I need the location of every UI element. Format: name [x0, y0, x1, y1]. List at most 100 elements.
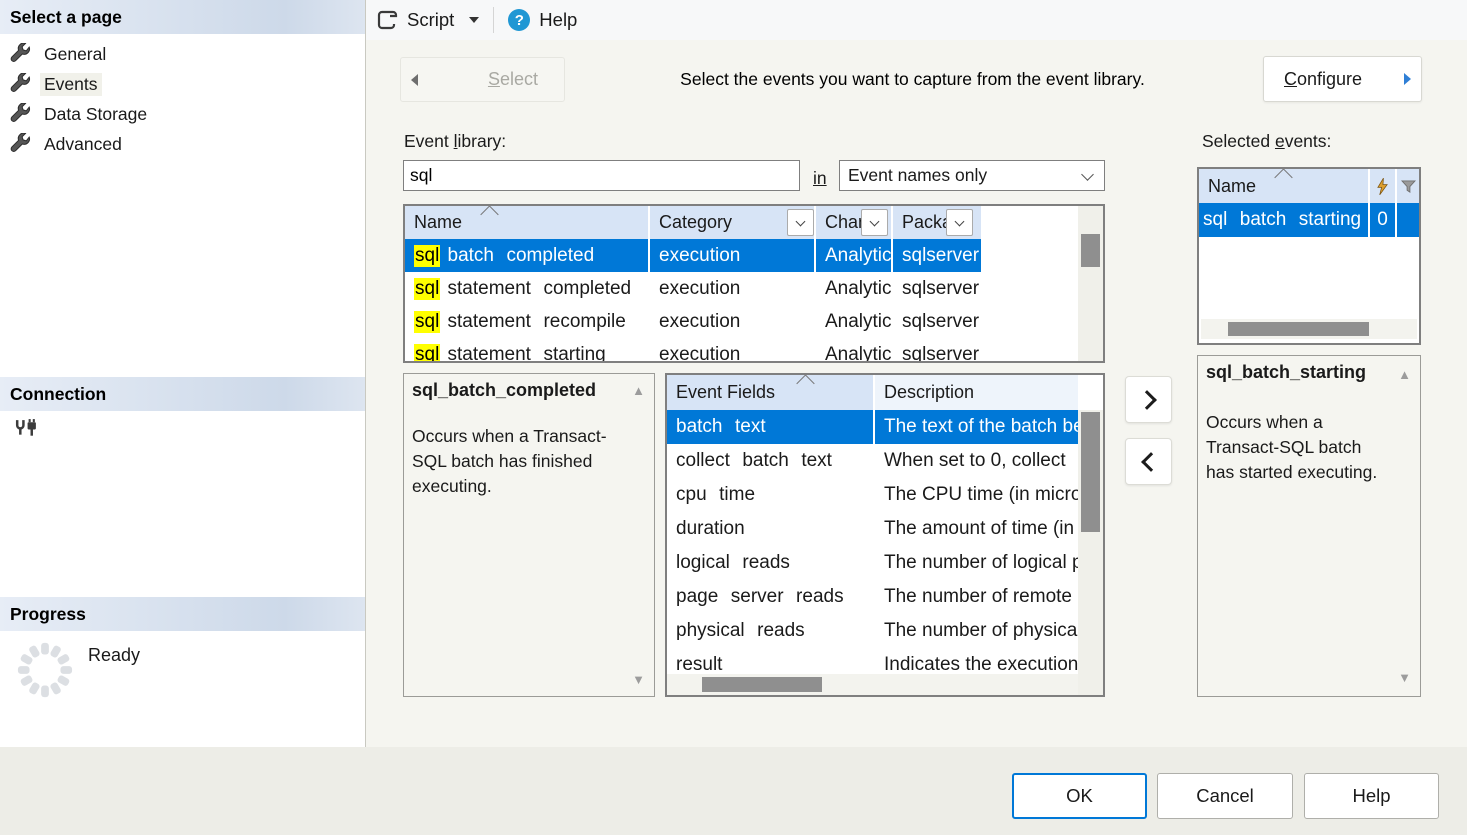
cell-description: The number of logical p	[875, 546, 1078, 580]
cell-description: The number of physica	[875, 614, 1078, 648]
table-row[interactable]: sqlstatement recompile execution Analyti…	[405, 305, 981, 338]
toolbar-separator	[493, 7, 494, 33]
sidebar-item-label: Advanced	[40, 133, 126, 156]
help-label: Help	[539, 9, 577, 31]
event-fields-header: Event Fields Description	[667, 375, 1078, 410]
cell-field: collect batch text	[667, 444, 875, 478]
table-row[interactable]: logical reads The number of logical p	[667, 546, 1078, 580]
connection-header: Connection	[0, 377, 365, 411]
cell-description: The amount of time (in	[875, 512, 1078, 546]
search-input[interactable]	[403, 160, 800, 191]
help-toolbar-button[interactable]: ? Help	[498, 4, 587, 36]
package-filter-button[interactable]	[946, 209, 973, 236]
selected-event-description-panel: sql_batch_starting Occurs when a Transac…	[1197, 355, 1421, 697]
horizontal-scrollbar[interactable]	[667, 674, 1078, 695]
event-library-table: Name Category Chan Packa sqlbatch comple…	[403, 204, 1105, 363]
category-filter-button[interactable]	[787, 209, 814, 236]
select-step-button[interactable]: Select	[400, 57, 565, 102]
sidebar-item-advanced[interactable]: Advanced	[8, 130, 126, 158]
chevron-down-icon	[955, 216, 965, 226]
scrollbar-thumb[interactable]	[702, 677, 822, 692]
cell-package: sqlserver	[893, 305, 981, 338]
cell-field: batch text	[667, 410, 875, 444]
help-button[interactable]: Help	[1304, 773, 1439, 819]
cell-channel: Analytic	[816, 305, 893, 338]
arrow-left-icon	[411, 74, 418, 86]
channel-filter-button[interactable]	[861, 209, 888, 236]
search-scope-value: Event names only	[848, 165, 987, 186]
scroll-up-icon[interactable]: ▲	[1398, 368, 1411, 381]
selected-events-header: Name	[1199, 169, 1419, 203]
column-header-event-fields[interactable]: Event Fields	[667, 375, 875, 410]
vertical-scrollbar[interactable]	[1078, 206, 1103, 361]
cell-name: sqlstatement completed	[405, 272, 650, 305]
instruction-text: Select the events you want to capture fr…	[620, 69, 1205, 90]
toolbar: Script ? Help	[366, 0, 1467, 40]
scrollbar-thumb[interactable]	[1228, 322, 1369, 336]
configure-step-button[interactable]: Configure	[1263, 56, 1422, 102]
table-row[interactable]: sqlstatement completed execution Analyti…	[405, 272, 981, 305]
table-row[interactable]: sql batch starting 0	[1199, 203, 1419, 237]
cancel-button[interactable]: Cancel	[1157, 773, 1293, 819]
connection-title: Connection	[10, 384, 106, 404]
cell-description: The number of remote	[875, 580, 1078, 614]
table-row[interactable]: collect batch text When set to 0, collec…	[667, 444, 1078, 478]
cell-field: physical reads	[667, 614, 875, 648]
vertical-scrollbar[interactable]	[1078, 410, 1103, 695]
table-row[interactable]: physical reads The number of physica	[667, 614, 1078, 648]
event-fields-table: Event Fields Description batch text The …	[665, 373, 1105, 697]
cell-category: execution	[650, 338, 816, 363]
sidebar-item-general[interactable]: General	[8, 40, 110, 68]
chevron-down-icon	[796, 216, 806, 226]
sidebar-item-events[interactable]: Events	[8, 70, 102, 98]
lightning-icon[interactable]	[1370, 169, 1397, 203]
scroll-down-icon[interactable]: ▼	[1398, 671, 1411, 684]
chevron-down-icon	[1081, 168, 1094, 181]
sidebar-item-data-storage[interactable]: Data Storage	[8, 100, 151, 128]
wrench-icon	[8, 73, 32, 95]
table-row[interactable]: sqlstatement starting execution Analytic…	[405, 338, 981, 363]
table-row[interactable]: page server reads The number of remote	[667, 580, 1078, 614]
search-scope-dropdown[interactable]: Event names only	[839, 160, 1105, 191]
column-header-name[interactable]: Name	[405, 206, 650, 239]
progress-title: Progress	[10, 604, 86, 624]
scroll-down-icon[interactable]: ▼	[632, 673, 645, 686]
cell-field: cpu time	[667, 478, 875, 512]
chevron-down-icon[interactable]	[469, 17, 479, 23]
wrench-icon	[8, 103, 32, 125]
cell-filter-count: 0	[1370, 203, 1397, 237]
event-description-panel: sql_batch_completed Occurs when a Transa…	[403, 373, 655, 697]
chevron-right-icon	[1137, 390, 1157, 410]
cell-category: execution	[650, 272, 816, 305]
plug-icon	[12, 418, 39, 443]
script-button[interactable]: Script	[366, 4, 489, 36]
scroll-up-icon[interactable]: ▲	[632, 384, 645, 397]
cell-name: sql batch starting	[1199, 203, 1370, 237]
filter-funnel-icon[interactable]	[1397, 169, 1419, 203]
horizontal-scrollbar[interactable]	[1201, 319, 1417, 339]
cell-field: logical reads	[667, 546, 875, 580]
sidebar-item-label: Data Storage	[40, 103, 151, 126]
table-row[interactable]: batch text The text of the batch be	[667, 410, 1078, 444]
scrollbar-thumb[interactable]	[1081, 412, 1100, 532]
add-event-button[interactable]	[1125, 376, 1172, 423]
cell-name: sqlstatement starting	[405, 338, 650, 363]
script-label: Script	[407, 9, 454, 31]
table-row[interactable]: cpu time The CPU time (in micro	[667, 478, 1078, 512]
scrollbar-thumb[interactable]	[1081, 234, 1100, 267]
wrench-icon	[8, 43, 32, 65]
cell-empty	[1397, 203, 1419, 237]
extended-events-wizard-window: Select a page General Events Data Storag…	[0, 0, 1467, 835]
remove-event-button[interactable]	[1125, 438, 1172, 485]
table-row[interactable]: sqlbatch completed execution Analytic sq…	[405, 239, 981, 272]
event-library-rows: sqlbatch completed execution Analytic sq…	[405, 239, 981, 363]
cell-category: execution	[650, 305, 816, 338]
sidebar-item-label: General	[40, 43, 110, 66]
column-header-description[interactable]: Description	[875, 375, 1078, 410]
cell-category: execution	[650, 239, 816, 272]
table-row[interactable]: duration The amount of time (in	[667, 512, 1078, 546]
ok-button[interactable]: OK	[1012, 773, 1147, 819]
selected-events-label: Selected events:	[1202, 131, 1331, 152]
progress-status: Ready	[88, 645, 140, 666]
configure-step-label: Configure	[1284, 69, 1362, 90]
